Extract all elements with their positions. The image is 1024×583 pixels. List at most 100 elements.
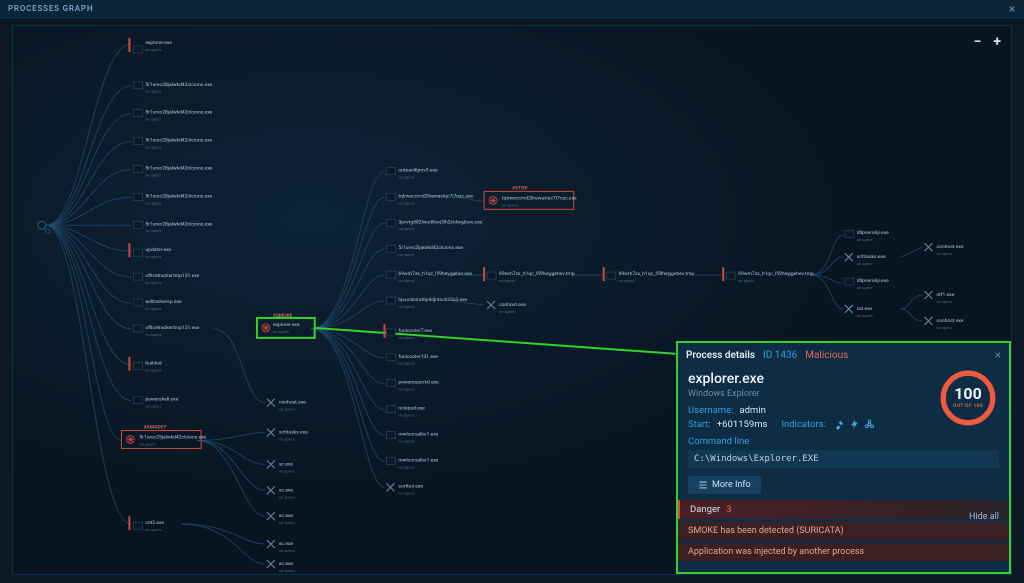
more-info-button[interactable]: More Info: [688, 476, 761, 494]
svg-text:no specs: no specs: [145, 117, 161, 122]
danger-header[interactable]: Danger 3: [678, 500, 1009, 519]
svg-text:sortbul.exe: sortbul.exe: [398, 483, 423, 489]
svg-text:no specs: no specs: [499, 309, 515, 314]
svg-text:no specs: no specs: [145, 332, 161, 337]
svg-text:sc.exe: sc.exe: [279, 487, 294, 493]
col1-nodes: explorer.exe no specs 5r1urec28jalwkd42c…: [121, 38, 212, 532]
start-value: +601159ms: [717, 419, 768, 430]
svg-text:updater.exe: updater.exe: [145, 247, 171, 253]
svg-text:conhost.exe: conhost.exe: [279, 400, 306, 406]
svg-text:no specs: no specs: [398, 174, 414, 179]
svg-text:5r1urec28jalwkd42clcions.exe: 5r1urec28jalwkd42clcions.exe: [145, 221, 212, 227]
svg-text:no specs: no specs: [145, 172, 161, 177]
svg-text:69wrh7zx_h1qz_l59heyjgeher.exe: 69wrh7zx_h1qz_l59heyjgeher.exe: [398, 271, 472, 277]
svg-text:no specs: no specs: [398, 252, 414, 257]
svg-text:3pvvrg682lwudlbwj3lh2cldwgbore: 3pvvrg682lwudlbwj3lh2cldwgbore.exe: [398, 219, 483, 225]
process-id: ID 1436: [763, 350, 797, 361]
svg-text:no specs: no specs: [145, 200, 161, 205]
panel-close-icon[interactable]: ×: [995, 348, 1001, 362]
svg-text:conhost.exe: conhost.exe: [936, 318, 963, 324]
svg-text:cnt2.exe: cnt2.exe: [145, 520, 164, 526]
svg-text:no specs: no specs: [273, 329, 289, 334]
svg-text:explorer.exe: explorer.exe: [273, 322, 300, 328]
svg-text:no specs: no specs: [398, 278, 414, 283]
svg-text:5r1urec28jalwkd42clcions.exe: 5r1urec28jalwkd42clcions.exe: [145, 138, 212, 144]
svg-text:no specs: no specs: [857, 261, 873, 266]
commandline-value[interactable]: C:\Windows\Explorer.EXE: [688, 450, 999, 468]
svg-text:no specs: no specs: [398, 304, 414, 309]
score-ring: 100 OUT OF 100: [937, 367, 999, 429]
svg-text:mwlcorsalbx1.exe: mwlcorsalbx1.exe: [398, 432, 438, 438]
svg-text:no specs: no specs: [398, 200, 414, 205]
svg-text:no specs: no specs: [279, 407, 295, 412]
svg-text:wdtrackersp.exe: wdtrackersp.exe: [145, 299, 182, 305]
svg-text:no specs: no specs: [139, 441, 155, 446]
svg-text:bjsurskorahlp4djntsck33u3.exe: bjsurskorahlp4djntsck33u3.exe: [398, 297, 467, 303]
svg-text:5r1urec28jalwkd42clcions.exe: 5r1urec28jalwkd42clcions.exe: [145, 165, 212, 171]
hide-all-link[interactable]: Hide all: [969, 512, 999, 522]
svg-text:no specs: no specs: [398, 335, 414, 340]
svg-text:powershell.exe: powershell.exe: [145, 397, 178, 403]
svg-text:no specs: no specs: [279, 494, 295, 499]
svg-text:conhost.exe: conhost.exe: [499, 302, 526, 308]
svg-text:no specs: no specs: [398, 438, 414, 443]
smoke-node[interactable]: #SMOKE explorer.exe no specs: [257, 313, 315, 338]
close-icon[interactable]: ×: [1009, 2, 1016, 16]
svg-text:100: 100: [954, 384, 981, 403]
svg-text:5r1urec25jalwkd42clcions.exe: 5r1urec25jalwkd42clcions.exe: [139, 434, 206, 440]
svg-text:5r1urec2ljatekd42clcions.exe: 5r1urec2ljatekd42clcions.exe: [398, 245, 463, 251]
svg-text:no specs: no specs: [145, 254, 161, 259]
title-bar: PROCESSES GRAPH ×: [0, 0, 1024, 18]
svg-text:no specs: no specs: [145, 368, 161, 373]
svg-text:schtasks.exe: schtasks.exe: [857, 254, 886, 260]
svg-text:sc.exe: sc.exe: [279, 561, 294, 567]
svg-text:no specs: no specs: [398, 361, 414, 366]
danger-label: Danger: [690, 504, 720, 515]
svg-text:nclepud.exe: nclepud.exe: [398, 406, 425, 412]
svg-text:#STOP: #STOP: [512, 185, 528, 191]
svg-text:no specs: no specs: [145, 47, 161, 52]
title-text: PROCESSES GRAPH: [8, 4, 93, 13]
graph-canvas[interactable]: − +: [12, 25, 1012, 575]
svg-text:#AMADEY: #AMADEY: [143, 425, 167, 431]
svg-text:69wrh7zx_h1qc_l59heyjgehev.tmp: 69wrh7zx_h1qc_l59heyjgehev.tmp: [619, 271, 695, 277]
svg-text:dllpnerohji.exe: dllpnerohji.exe: [857, 230, 889, 236]
svg-text:funlcoolerT.exe: funlcoolerT.exe: [398, 327, 432, 334]
svg-text:5r1urec28jalwkd42clcions.exe: 5r1urec28jalwkd42clcions.exe: [145, 82, 212, 88]
warning-row-1[interactable]: SMOKE has been detected (SURICATA): [678, 522, 1009, 540]
svg-text:no specs: no specs: [145, 527, 161, 532]
svg-text:5r1urec28jalwkd42clcions.exe: 5r1urec28jalwkd42clcions.exe: [145, 193, 212, 199]
process-details-panel: Process details ID 1436 Malicious × expl…: [676, 341, 1011, 574]
svg-text:builded: builded: [145, 361, 161, 367]
indicators-label: Indicators:: [781, 419, 826, 430]
svg-text:no specs: no specs: [398, 226, 414, 231]
verdict-badge: Malicious: [805, 350, 848, 361]
svg-text:no specs: no specs: [145, 280, 161, 285]
svg-text:no specs: no specs: [857, 285, 873, 290]
svg-text:ntf1.exe: ntf1.exe: [936, 291, 954, 298]
svg-text:sc.exe: sc.exe: [279, 541, 294, 547]
start-label: Start:: [688, 419, 711, 430]
svg-text:sc.exe: sc.exe: [279, 513, 294, 519]
svg-text:no specs: no specs: [145, 306, 161, 311]
svg-text:dllpnerohji.exe: dllpnerohji.exe: [857, 278, 889, 284]
svg-text:no specs: no specs: [398, 464, 414, 469]
svg-text:no specs: no specs: [145, 145, 161, 150]
eyedropper-icon: [834, 419, 845, 430]
lightning-icon: [849, 419, 860, 430]
svg-text:sc.exe: sc.exe: [279, 461, 294, 467]
username-value: admin: [739, 405, 765, 416]
svg-text:no specs: no specs: [145, 228, 161, 233]
svg-text:no specs: no specs: [499, 278, 515, 283]
svg-text:tqlrweccmd2llrewavlqc7i7nzc.ex: tqlrweccmd2llrewavlqc7i7nzc.exe: [398, 193, 473, 199]
warning-row-2[interactable]: Application was injected by another proc…: [678, 543, 1009, 561]
svg-text:powerespertxl.exe: powerespertxl.exe: [398, 380, 439, 386]
danger-count: 3: [726, 504, 731, 515]
svg-text:no specs: no specs: [145, 89, 161, 94]
svg-text:no specs: no specs: [936, 325, 952, 330]
svg-text:no specs: no specs: [279, 568, 295, 573]
svg-text:no specs: no specs: [738, 278, 754, 283]
svg-text:no specs: no specs: [398, 490, 414, 495]
svg-text:onteanl6jnrv5.exe: onteanl6jnrv5.exe: [398, 167, 438, 173]
svg-text:tqlrweccmd2llrewavlqc7i7nzc.ex: tqlrweccmd2llrewavlqc7i7nzc.exe: [502, 195, 577, 201]
